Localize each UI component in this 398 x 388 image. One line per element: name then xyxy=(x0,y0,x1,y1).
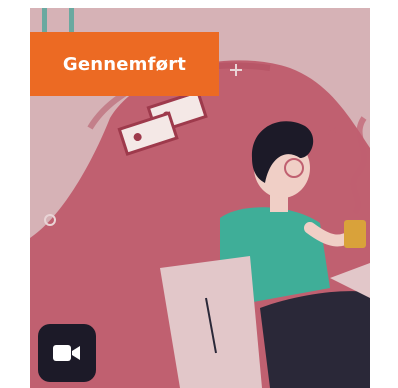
course-card[interactable]: Gennemført xyxy=(30,8,370,388)
status-badge: Gennemført xyxy=(30,32,219,96)
video-camera-icon xyxy=(53,345,80,361)
video-type-indicator xyxy=(38,324,96,382)
